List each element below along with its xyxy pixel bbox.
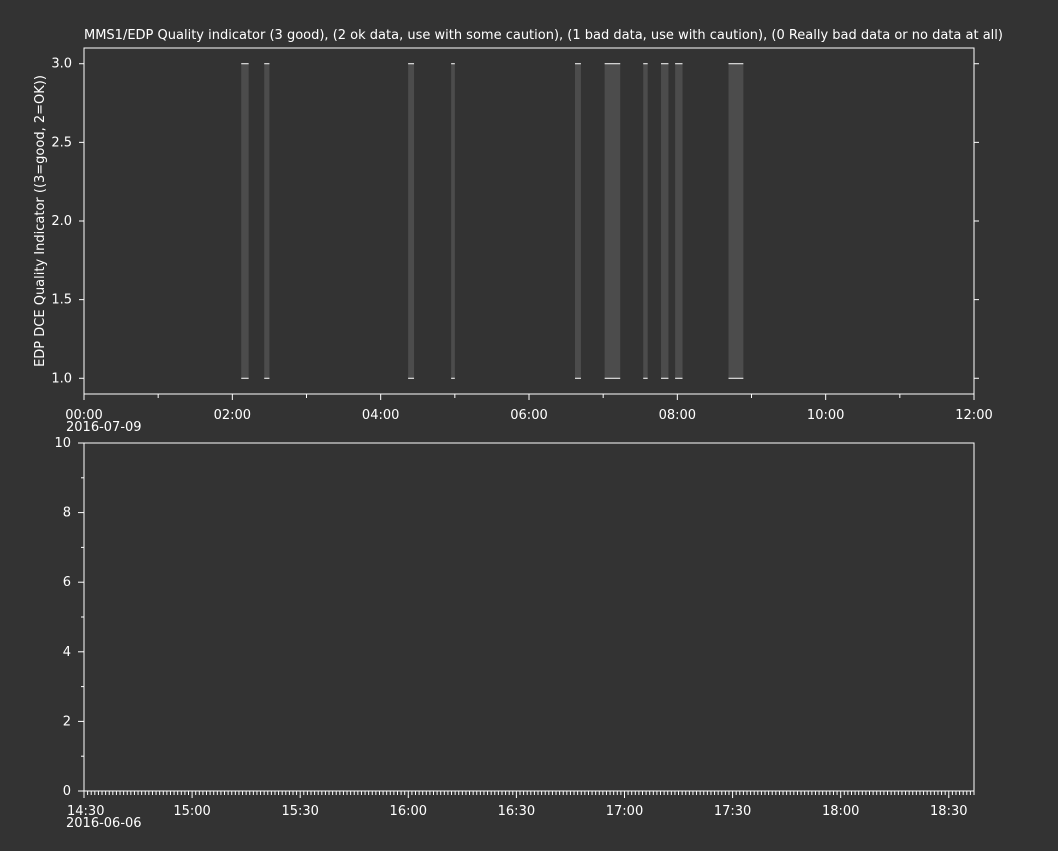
- quality-bar: [661, 63, 669, 379]
- quality-bar: [241, 63, 249, 379]
- y-tick-label: 3.0: [51, 57, 72, 72]
- y-tick-label: 1.0: [51, 371, 72, 386]
- y-axis-label: EDP DCE Quality Indicator ((3=good, 2=OK…: [33, 75, 48, 367]
- y-tick-label: 2: [63, 714, 71, 729]
- quality-bar: [728, 63, 744, 379]
- y-tick-label: 10: [54, 436, 71, 451]
- date-label: 2016-06-06: [66, 816, 142, 831]
- x-tick-label: 18:30: [930, 804, 967, 819]
- x-tick-label: 12:00: [955, 408, 992, 423]
- x-tick-label: 04:00: [362, 408, 399, 423]
- quality-bars: [241, 63, 744, 379]
- x-tick-label: 16:30: [498, 804, 535, 819]
- x-tick-label: 16:00: [390, 804, 427, 819]
- x-tick-label: 15:00: [173, 804, 210, 819]
- x-tick-label: 10:00: [807, 408, 844, 423]
- x-tick-label: 17:00: [606, 804, 643, 819]
- y-tick-label: 1.5: [51, 293, 72, 308]
- axes: 024681014:30 15:00 15:30 16:00 16:30 17:00 17:…: [54, 436, 975, 819]
- quality-bar: [675, 63, 683, 379]
- y-tick-label: 6: [63, 575, 71, 590]
- chart-title: MMS1/EDP Quality indicator (3 good), (2 …: [84, 28, 1003, 43]
- x-tick-label: 15:30: [281, 804, 318, 819]
- y-tick-label: 2.5: [51, 135, 72, 150]
- plot-frame: [83, 442, 975, 792]
- y-tick-label: 8: [63, 506, 71, 521]
- y-tick-label: 0: [63, 784, 71, 799]
- y-tick-label: 4: [63, 645, 71, 660]
- x-tick-label: 06:00: [510, 408, 547, 423]
- figure: MMS1/EDP Quality indicator (3 good), (2 …: [33, 28, 1003, 831]
- x-tick-label: 02:00: [214, 408, 251, 423]
- y-tick-label: 2.0: [51, 214, 72, 229]
- quality-bar: [408, 63, 415, 379]
- axes: 1.01.52.02.53.000:00 02:00 04:00 06:00 08:00…: [51, 57, 992, 423]
- empty-panel: 024681014:30 15:00 15:30 16:00 16:30 17:00 17:…: [54, 436, 975, 831]
- quality-bar: [451, 63, 455, 379]
- x-tick-label: 18:00: [822, 804, 859, 819]
- x-tick-label: 17:30: [714, 804, 751, 819]
- quality-indicator-panel: MMS1/EDP Quality indicator (3 good), (2 …: [33, 28, 1003, 435]
- quality-bar: [604, 63, 621, 379]
- plot-frame: [83, 47, 975, 395]
- date-label: 2016-07-09: [66, 420, 142, 435]
- quality-bar: [574, 63, 581, 379]
- quality-bar: [643, 63, 648, 379]
- quality-bar: [264, 63, 270, 379]
- x-tick-label: 08:00: [659, 408, 696, 423]
